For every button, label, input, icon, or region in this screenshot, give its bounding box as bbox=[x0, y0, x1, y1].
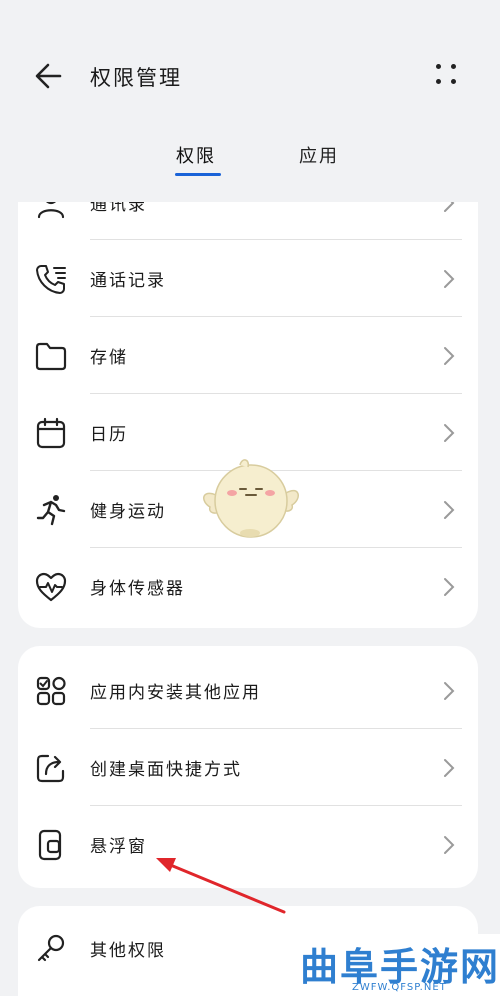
permission-item-install-apps[interactable]: 应用内安装其他应用 bbox=[18, 652, 478, 729]
watermark-logo: 曲阜手游网 ZWFW.QFSP.NET bbox=[290, 934, 500, 996]
chevron-right-icon bbox=[444, 424, 455, 442]
chevron-right-icon bbox=[444, 202, 455, 212]
floating-window-icon bbox=[38, 829, 62, 861]
tab-permissions[interactable]: 权限 bbox=[176, 142, 216, 168]
permission-label: 其他权限 bbox=[90, 941, 166, 961]
top-bar: 权限管理 bbox=[0, 40, 500, 110]
watermark-url: ZWFW.QFSP.NET bbox=[352, 982, 447, 993]
permission-label: 通话记录 bbox=[90, 271, 166, 291]
running-icon bbox=[36, 495, 66, 526]
mascot-sticker bbox=[203, 459, 299, 538]
active-tab-indicator bbox=[175, 173, 221, 176]
chevron-right-icon bbox=[444, 578, 455, 596]
contacts-icon bbox=[37, 202, 65, 219]
chevron-right-icon bbox=[444, 759, 455, 777]
chevron-right-icon bbox=[444, 270, 455, 288]
permission-label: 存储 bbox=[90, 348, 128, 368]
permission-item-storage[interactable]: 存储 bbox=[18, 317, 478, 394]
permissions-group-1: 通讯录 通话记录 存储 日历 健身运动 身体传感器 bbox=[18, 202, 478, 628]
chevron-right-icon bbox=[444, 501, 455, 519]
arrow-left-icon bbox=[35, 63, 62, 89]
permission-label: 应用内安装其他应用 bbox=[90, 683, 261, 703]
tab-apps[interactable]: 应用 bbox=[299, 142, 339, 168]
permission-label: 创建桌面快捷方式 bbox=[90, 760, 242, 780]
more-dots-icon bbox=[436, 64, 441, 69]
chevron-right-icon bbox=[444, 682, 455, 700]
key-icon bbox=[37, 934, 65, 962]
permission-item-contacts[interactable]: 通讯录 bbox=[18, 202, 478, 241]
tab-bar: 权限 应用 bbox=[0, 138, 500, 182]
shortcut-icon bbox=[36, 754, 65, 783]
permission-item-call-log[interactable]: 通话记录 bbox=[18, 240, 478, 317]
annotation-arrow bbox=[156, 858, 286, 914]
folder-icon bbox=[35, 342, 67, 371]
permission-label: 通讯录 bbox=[90, 202, 147, 215]
permission-label: 健身运动 bbox=[90, 502, 166, 522]
heart-pulse-icon bbox=[35, 572, 67, 602]
chevron-right-icon bbox=[444, 347, 455, 365]
more-options-button[interactable] bbox=[434, 62, 460, 88]
call-log-icon bbox=[36, 265, 66, 294]
permission-label: 悬浮窗 bbox=[90, 837, 147, 857]
page-title: 权限管理 bbox=[90, 66, 182, 90]
permission-item-body-sensors[interactable]: 身体传感器 bbox=[18, 548, 478, 625]
calendar-icon bbox=[36, 417, 66, 449]
chevron-right-icon bbox=[444, 836, 455, 854]
apps-grid-icon bbox=[36, 676, 66, 706]
permission-item-create-shortcut[interactable]: 创建桌面快捷方式 bbox=[18, 729, 478, 806]
permission-label: 身体传感器 bbox=[90, 579, 185, 599]
back-button[interactable] bbox=[30, 58, 70, 94]
permission-label: 日历 bbox=[90, 425, 128, 445]
